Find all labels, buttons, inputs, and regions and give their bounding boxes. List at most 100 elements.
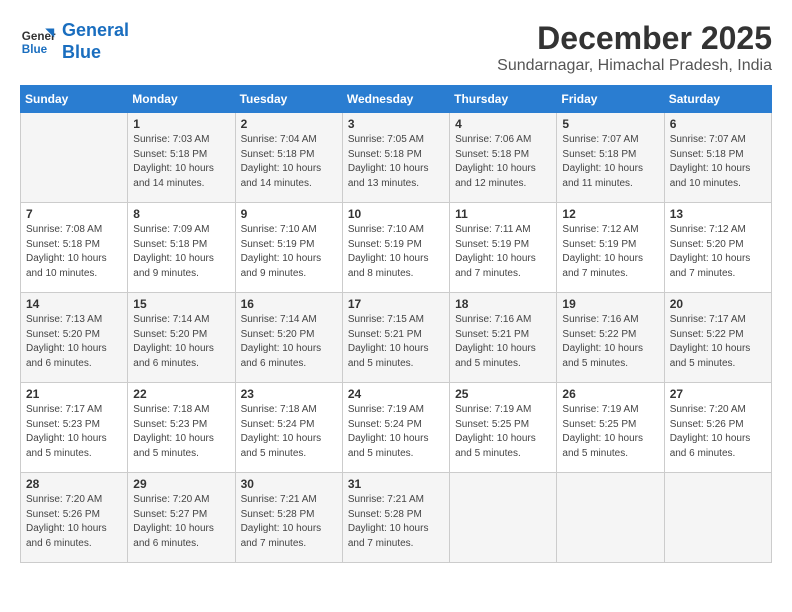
day-info: Sunrise: 7:14 AM Sunset: 5:20 PM Dayligh… — [241, 313, 337, 371]
weekday-header-friday: Friday — [557, 86, 664, 113]
day-number: 9 — [241, 207, 337, 221]
day-info: Sunrise: 7:10 AM Sunset: 5:19 PM Dayligh… — [241, 223, 337, 281]
day-number: 22 — [133, 387, 229, 401]
empty-cell — [450, 473, 557, 563]
day-info: Sunrise: 7:17 AM Sunset: 5:22 PM Dayligh… — [670, 313, 766, 371]
day-number: 20 — [670, 297, 766, 311]
logo: General Blue General Blue — [20, 20, 129, 63]
day-number: 4 — [455, 117, 551, 131]
day-number: 30 — [241, 477, 337, 491]
day-number: 16 — [241, 297, 337, 311]
day-info: Sunrise: 7:18 AM Sunset: 5:23 PM Dayligh… — [133, 403, 229, 461]
day-cell-4: 4 Sunrise: 7:06 AM Sunset: 5:18 PM Daylig… — [450, 113, 557, 203]
day-info: Sunrise: 7:12 AM Sunset: 5:20 PM Dayligh… — [670, 223, 766, 281]
day-cell-7: 7Sunrise: 7:08 AM Sunset: 5:18 PM Daylig… — [21, 203, 128, 293]
day-info: Sunrise: 7:19 AM Sunset: 5:24 PM Dayligh… — [348, 403, 444, 461]
day-cell-2: 2Sunrise: 7:04 AM Sunset: 5:18 PM Daylig… — [235, 113, 342, 203]
day-number: 23 — [241, 387, 337, 401]
day-cell-1: 1 Sunrise: 7:03 AM Sunset: 5:18 PM Daylig… — [128, 113, 235, 203]
empty-cell — [664, 473, 771, 563]
week-row-4: 21Sunrise: 7:17 AM Sunset: 5:23 PM Dayli… — [21, 383, 772, 473]
week-row-1: 1 Sunrise: 7:03 AM Sunset: 5:18 PM Daylig… — [21, 113, 772, 203]
day-info: Sunrise: 7:12 AM Sunset: 5:19 PM Dayligh… — [562, 223, 658, 281]
weekday-header-sunday: Sunday — [21, 86, 128, 113]
day-info: Sunrise: 7:11 AM Sunset: 5:19 PM Dayligh… — [455, 223, 551, 281]
calendar: SundayMondayTuesdayWednesdayThursdayFrid… — [20, 85, 772, 563]
subtitle: Sundarnagar, Himachal Pradesh, India — [497, 57, 772, 75]
day-info: Sunrise: 7:21 AM Sunset: 5:28 PM Dayligh… — [241, 493, 337, 551]
day-info: Sunrise: 7:04 AM Sunset: 5:18 PM Dayligh… — [241, 133, 337, 191]
day-number: 1 — [133, 117, 229, 131]
day-cell-28: 28Sunrise: 7:20 AM Sunset: 5:26 PM Dayli… — [21, 473, 128, 563]
day-cell-8: 8 Sunrise: 7:09 AM Sunset: 5:18 PM Daylig… — [128, 203, 235, 293]
day-info: Sunrise: 7:06 AM Sunset: 5:18 PM Dayligh… — [455, 133, 551, 191]
weekday-header-monday: Monday — [128, 86, 235, 113]
day-info: Sunrise: 7:09 AM Sunset: 5:18 PM Dayligh… — [133, 223, 229, 281]
weekday-header-thursday: Thursday — [450, 86, 557, 113]
day-number: 15 — [133, 297, 229, 311]
day-number: 18 — [455, 297, 551, 311]
day-number: 17 — [348, 297, 444, 311]
day-info: Sunrise: 7:03 AM Sunset: 5:18 PM Dayligh… — [133, 133, 229, 191]
day-number: 8 — [133, 207, 229, 221]
weekday-header-wednesday: Wednesday — [342, 86, 449, 113]
day-number: 3 — [348, 117, 444, 131]
week-row-2: 7Sunrise: 7:08 AM Sunset: 5:18 PM Daylig… — [21, 203, 772, 293]
day-info: Sunrise: 7:19 AM Sunset: 5:25 PM Dayligh… — [562, 403, 658, 461]
day-number: 13 — [670, 207, 766, 221]
day-info: Sunrise: 7:07 AM Sunset: 5:18 PM Dayligh… — [670, 133, 766, 191]
day-cell-3: 3 Sunrise: 7:05 AM Sunset: 5:18 PM Daylig… — [342, 113, 449, 203]
day-cell-20: 20 Sunrise: 7:17 AM Sunset: 5:22 PM Dayli… — [664, 293, 771, 383]
day-info: Sunrise: 7:18 AM Sunset: 5:24 PM Dayligh… — [241, 403, 337, 461]
day-number: 27 — [670, 387, 766, 401]
day-cell-14: 14 Sunrise: 7:13 AM Sunset: 5:20 PM Dayli… — [21, 293, 128, 383]
day-number: 14 — [26, 297, 122, 311]
day-info: Sunrise: 7:13 AM Sunset: 5:20 PM Dayligh… — [26, 313, 122, 371]
day-cell-26: 26 Sunrise: 7:19 AM Sunset: 5:25 PM Dayli… — [557, 383, 664, 473]
day-cell-6: 6 Sunrise: 7:07 AM Sunset: 5:18 PM Daylig… — [664, 113, 771, 203]
day-number: 21 — [26, 387, 122, 401]
title-section: December 2025 Sundarnagar, Himachal Prad… — [497, 20, 772, 75]
day-info: Sunrise: 7:16 AM Sunset: 5:22 PM Dayligh… — [562, 313, 658, 371]
day-number: 5 — [562, 117, 658, 131]
day-cell-19: 19 Sunrise: 7:16 AM Sunset: 5:22 PM Dayli… — [557, 293, 664, 383]
day-number: 29 — [133, 477, 229, 491]
day-number: 26 — [562, 387, 658, 401]
header: General Blue General Blue December 2025 … — [20, 20, 772, 75]
week-row-5: 28Sunrise: 7:20 AM Sunset: 5:26 PM Dayli… — [21, 473, 772, 563]
day-cell-31: 31Sunrise: 7:21 AM Sunset: 5:28 PM Dayli… — [342, 473, 449, 563]
day-number: 19 — [562, 297, 658, 311]
empty-cell — [21, 113, 128, 203]
day-cell-22: 22 Sunrise: 7:18 AM Sunset: 5:23 PM Dayli… — [128, 383, 235, 473]
logo-icon: General Blue — [20, 24, 56, 60]
day-cell-9: 9 Sunrise: 7:10 AM Sunset: 5:19 PM Daylig… — [235, 203, 342, 293]
day-cell-30: 30 Sunrise: 7:21 AM Sunset: 5:28 PM Dayli… — [235, 473, 342, 563]
day-info: Sunrise: 7:20 AM Sunset: 5:26 PM Dayligh… — [670, 403, 766, 461]
day-cell-15: 15Sunrise: 7:14 AM Sunset: 5:20 PM Dayli… — [128, 293, 235, 383]
day-cell-29: 29 Sunrise: 7:20 AM Sunset: 5:27 PM Dayli… — [128, 473, 235, 563]
day-number: 6 — [670, 117, 766, 131]
day-number: 28 — [26, 477, 122, 491]
day-info: Sunrise: 7:21 AM Sunset: 5:28 PM Dayligh… — [348, 493, 444, 551]
day-cell-18: 18 Sunrise: 7:16 AM Sunset: 5:21 PM Dayli… — [450, 293, 557, 383]
empty-cell — [557, 473, 664, 563]
day-cell-13: 13 Sunrise: 7:12 AM Sunset: 5:20 PM Dayli… — [664, 203, 771, 293]
week-row-3: 14 Sunrise: 7:13 AM Sunset: 5:20 PM Dayli… — [21, 293, 772, 383]
day-cell-5: 5Sunrise: 7:07 AM Sunset: 5:18 PM Daylig… — [557, 113, 664, 203]
day-info: Sunrise: 7:16 AM Sunset: 5:21 PM Dayligh… — [455, 313, 551, 371]
day-cell-24: 24 Sunrise: 7:19 AM Sunset: 5:24 PM Dayli… — [342, 383, 449, 473]
svg-text:Blue: Blue — [22, 42, 48, 55]
day-cell-11: 11 Sunrise: 7:11 AM Sunset: 5:19 PM Dayli… — [450, 203, 557, 293]
logo-line1: General — [62, 20, 129, 40]
weekday-header-tuesday: Tuesday — [235, 86, 342, 113]
day-number: 11 — [455, 207, 551, 221]
day-cell-27: 27 Sunrise: 7:20 AM Sunset: 5:26 PM Dayli… — [664, 383, 771, 473]
month-title: December 2025 — [497, 20, 772, 57]
day-info: Sunrise: 7:05 AM Sunset: 5:18 PM Dayligh… — [348, 133, 444, 191]
weekday-header-saturday: Saturday — [664, 86, 771, 113]
day-info: Sunrise: 7:19 AM Sunset: 5:25 PM Dayligh… — [455, 403, 551, 461]
day-info: Sunrise: 7:20 AM Sunset: 5:27 PM Dayligh… — [133, 493, 229, 551]
day-cell-21: 21Sunrise: 7:17 AM Sunset: 5:23 PM Dayli… — [21, 383, 128, 473]
day-number: 24 — [348, 387, 444, 401]
day-cell-16: 16 Sunrise: 7:14 AM Sunset: 5:20 PM Dayli… — [235, 293, 342, 383]
